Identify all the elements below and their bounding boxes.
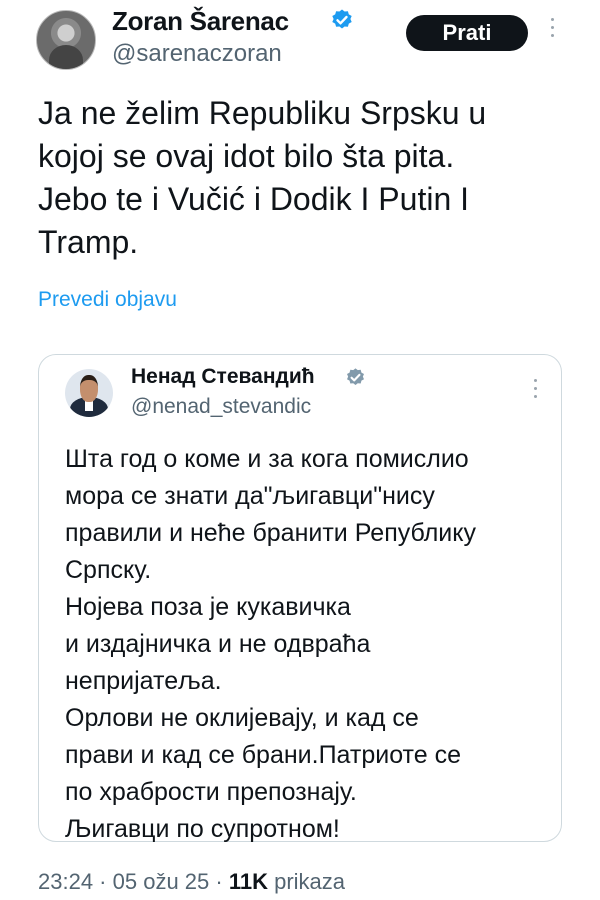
author-name[interactable]: Zoran Šarenac	[112, 6, 289, 37]
views-count: 11K	[228, 869, 268, 894]
more-dot	[550, 18, 554, 21]
more-dot	[550, 34, 554, 37]
tweet-header: Zoran Šarenac @sarenaczoran Prati	[0, 0, 600, 80]
quoted-author-handle[interactable]: @nenad_stevandic	[131, 395, 311, 419]
follow-button[interactable]: Prati	[406, 15, 528, 51]
quoted-tweet[interactable]: Ненад Стевандић @nenad_stevandic Шта год…	[38, 354, 562, 843]
post-date[interactable]: 05 ožu 25	[113, 869, 210, 894]
translate-link[interactable]: Prevedi objavu	[38, 288, 177, 312]
post-time[interactable]: 23:24	[38, 869, 93, 894]
quoted-author-name[interactable]: Ненад Стевандић	[131, 365, 315, 389]
more-dot	[533, 379, 537, 382]
verified-badge-icon	[332, 9, 352, 29]
quoted-author-avatar[interactable]	[65, 369, 113, 417]
more-dot	[550, 26, 554, 29]
meta-separator: ·	[209, 869, 229, 894]
verified-badge-icon	[347, 368, 364, 385]
meta-separator: ·	[93, 869, 113, 894]
more-dot	[533, 387, 537, 390]
quoted-more-options-icon[interactable]	[531, 379, 539, 405]
more-options-icon[interactable]	[548, 18, 556, 48]
quoted-tweet-text: Шта год о коме и за кога помислио мора с…	[65, 445, 476, 843]
avatar-head	[80, 375, 98, 402]
author-handle[interactable]: @sarenaczoran	[112, 40, 282, 68]
tweet-text: Ja ne želim Republiku Srpsku u kojoj se …	[38, 95, 487, 260]
views-label: prikaza	[274, 869, 346, 894]
more-dot	[533, 395, 537, 398]
tweet-meta: 23:24 · 05 ožu 25 · 11K prikaza	[38, 869, 345, 895]
author-avatar[interactable]	[36, 10, 96, 70]
